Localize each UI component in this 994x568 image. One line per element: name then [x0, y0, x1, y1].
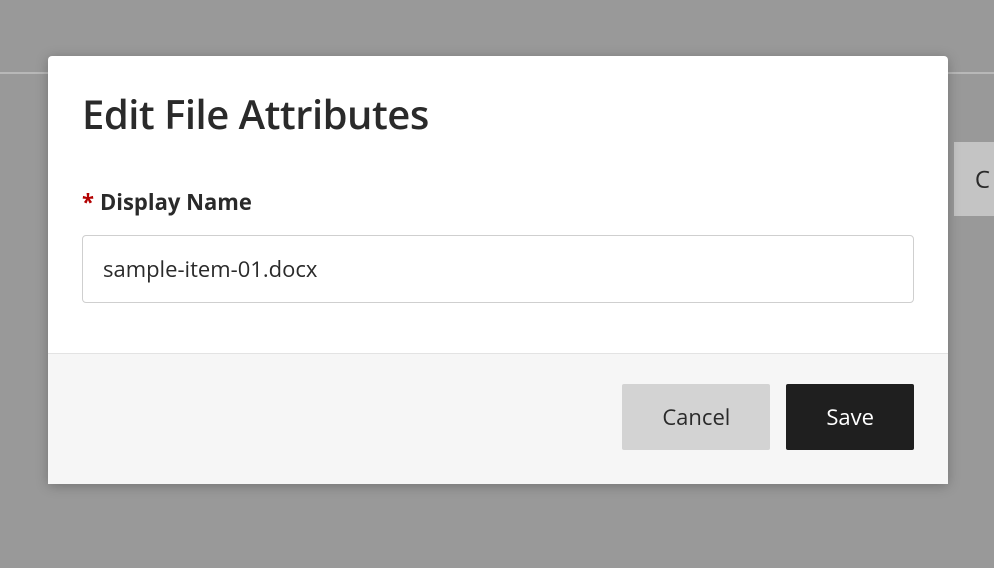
- edit-file-attributes-modal: Edit File Attributes *Display Name Cance…: [48, 56, 948, 484]
- cancel-button[interactable]: Cancel: [622, 384, 770, 450]
- modal-body: Edit File Attributes *Display Name: [48, 56, 948, 353]
- display-name-label-text: Display Name: [100, 187, 252, 217]
- required-asterisk: *: [82, 187, 94, 217]
- backdrop-partial-button: C: [954, 142, 994, 216]
- modal-footer: Cancel Save: [48, 353, 948, 484]
- save-button[interactable]: Save: [786, 384, 914, 450]
- backdrop-partial-text: C: [975, 163, 990, 196]
- display-name-input[interactable]: [82, 235, 914, 303]
- display-name-label: *Display Name: [82, 187, 914, 217]
- modal-title: Edit File Attributes: [82, 86, 914, 141]
